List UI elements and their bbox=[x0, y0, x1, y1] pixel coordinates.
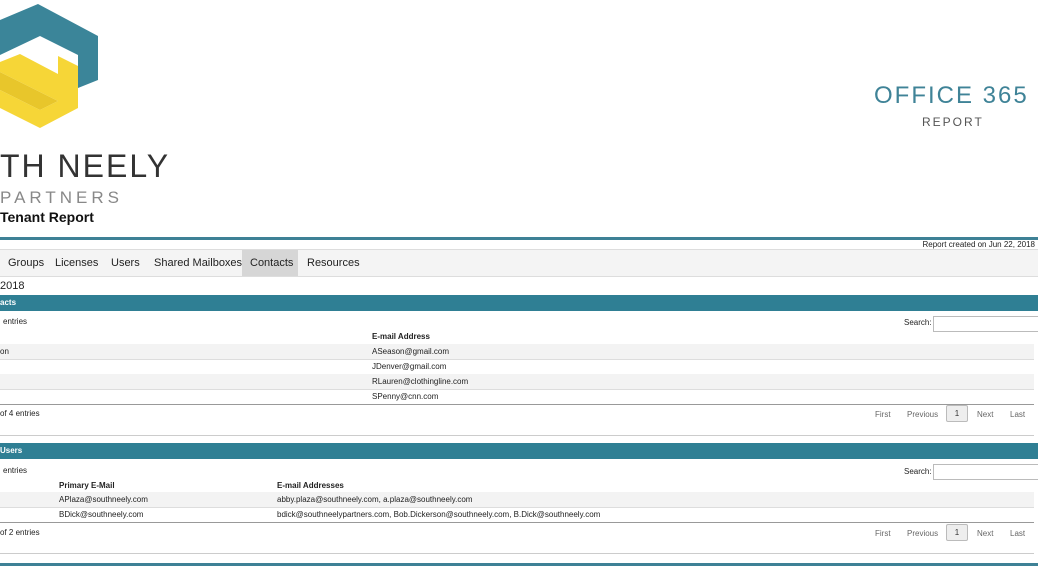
table-row: on ASeason@gmail.com bbox=[0, 344, 1034, 360]
contacts-col-email: E-mail Address bbox=[372, 332, 430, 341]
users-pager-last[interactable]: Last bbox=[1010, 529, 1025, 538]
report-created-date: Report created on Jun 22, 2018 bbox=[922, 240, 1035, 249]
users-pager-page-1[interactable]: 1 bbox=[946, 524, 968, 541]
users-info: of 2 entries bbox=[0, 528, 40, 537]
footer-divider bbox=[0, 563, 1038, 566]
contacts-footer-line bbox=[0, 404, 1034, 405]
users-pager-first[interactable]: First bbox=[875, 529, 891, 538]
page-title: Tenant Report bbox=[0, 209, 94, 225]
table-row: RLauren@clothingline.com bbox=[0, 374, 1034, 390]
user-email-addresses: abby.plaza@southneely.com, a.plaza@south… bbox=[277, 495, 473, 504]
header-divider bbox=[0, 237, 1038, 240]
table-row: APlaza@southneely.com abby.plaza@southne… bbox=[0, 492, 1034, 508]
tab-contacts[interactable]: Contacts bbox=[242, 250, 298, 276]
tab-licenses[interactable]: Licenses bbox=[47, 250, 106, 276]
contact-name: on bbox=[0, 347, 9, 356]
report-date: 2018 bbox=[0, 280, 25, 292]
contacts-search-input[interactable] bbox=[933, 316, 1038, 332]
contacts-search-label: Search: bbox=[904, 318, 932, 327]
logo-wordmark: TH NEELY bbox=[0, 148, 171, 184]
contact-email: SPenny@cnn.com bbox=[372, 392, 439, 401]
users-bottom-divider bbox=[0, 553, 1034, 554]
company-logo bbox=[0, 4, 98, 128]
users-section-header: Users bbox=[0, 443, 1038, 459]
users-pager-next[interactable]: Next bbox=[977, 529, 993, 538]
contact-email: RLauren@clothingline.com bbox=[372, 377, 469, 386]
table-row: SPenny@cnn.com bbox=[0, 389, 1034, 405]
table-row: JDenver@gmail.com bbox=[0, 359, 1034, 375]
contacts-pager-previous[interactable]: Previous bbox=[907, 410, 938, 419]
contacts-pager-first[interactable]: First bbox=[875, 410, 891, 419]
logo-subtitle: PARTNERS bbox=[0, 188, 124, 207]
contacts-pager-last[interactable]: Last bbox=[1010, 410, 1025, 419]
user-email-addresses: bdick@southneelypartners.com, Bob.Dicker… bbox=[277, 510, 601, 519]
contacts-length-label: entries bbox=[3, 317, 28, 326]
user-primary-email: BDick@southneely.com bbox=[59, 510, 144, 519]
tab-users[interactable]: Users bbox=[103, 250, 148, 276]
users-search-input[interactable] bbox=[933, 464, 1038, 480]
contacts-bottom-divider bbox=[0, 435, 1034, 436]
user-primary-email: APlaza@southneely.com bbox=[59, 495, 148, 504]
contacts-section-title: acts bbox=[0, 298, 17, 307]
contacts-pager-page-1[interactable]: 1 bbox=[946, 405, 968, 422]
users-length-label: entries bbox=[3, 466, 28, 475]
users-section-title: Users bbox=[0, 446, 23, 455]
contact-email: ASeason@gmail.com bbox=[372, 347, 450, 356]
contact-email: JDenver@gmail.com bbox=[372, 362, 447, 371]
users-footer-line bbox=[0, 522, 1034, 523]
contacts-pager-next[interactable]: Next bbox=[977, 410, 993, 419]
product-title: OFFICE 365 bbox=[874, 82, 1029, 109]
contacts-info: of 4 entries bbox=[0, 409, 40, 418]
users-search-label: Search: bbox=[904, 467, 932, 476]
users-pager-previous[interactable]: Previous bbox=[907, 529, 938, 538]
tab-groups[interactable]: Groups bbox=[0, 250, 52, 276]
contacts-section-header: acts bbox=[0, 295, 1038, 311]
tab-resources[interactable]: Resources bbox=[299, 250, 368, 276]
product-subtitle: REPORT bbox=[922, 115, 984, 129]
users-col-email-addresses: E-mail Addresses bbox=[277, 481, 344, 490]
table-row: BDick@southneely.com bdick@southneelypar… bbox=[0, 507, 1034, 523]
users-col-primary-email: Primary E-Mail bbox=[59, 481, 115, 490]
tab-bar: Groups Licenses Users Shared Mailboxes C… bbox=[0, 249, 1038, 277]
tab-shared-mailboxes[interactable]: Shared Mailboxes bbox=[146, 250, 250, 276]
